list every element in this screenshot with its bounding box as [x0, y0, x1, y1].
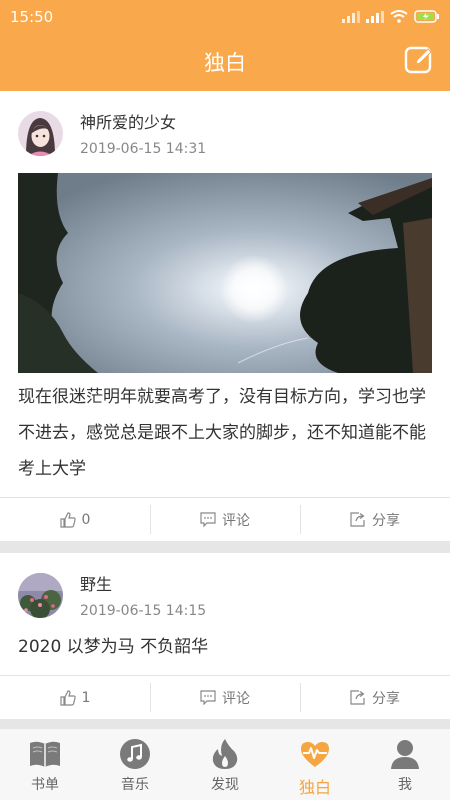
post-actions: 1 评论 分享: [0, 675, 450, 719]
edit-icon[interactable]: [404, 45, 434, 75]
tab-monologue[interactable]: 独白: [270, 729, 360, 800]
wifi-icon: [390, 10, 408, 23]
status-time: 15:50: [10, 7, 54, 26]
tab-discover[interactable]: 发现: [180, 729, 270, 800]
tab-booklist[interactable]: 书单: [0, 729, 90, 800]
tab-music[interactable]: 音乐: [90, 729, 180, 800]
comment-button[interactable]: 评论: [150, 676, 300, 719]
share-button[interactable]: 分享: [300, 498, 450, 541]
post-meta: 神所爱的少女 2019-06-15 14:31: [80, 111, 206, 161]
username[interactable]: 神所爱的少女: [80, 113, 206, 133]
heartbeat-icon: [298, 737, 332, 771]
tab-me[interactable]: 我: [360, 729, 450, 800]
post-time: 2019-06-15 14:31: [80, 141, 207, 157]
username[interactable]: 野生: [80, 575, 206, 595]
comment-icon: [200, 512, 216, 527]
post-header: 野生 2019-06-15 14:15: [0, 553, 450, 623]
comment-icon: [200, 690, 216, 705]
book-icon: [28, 737, 62, 771]
post-meta: 野生 2019-06-15 14:15: [80, 573, 206, 623]
post-card: 神所爱的少女 2019-06-15 14:31 现在很迷茫明年就要高考了，没有目…: [0, 91, 450, 541]
post-text: 现在很迷茫明年就要高考了，没有目标方向，学习也学不进去，感觉总是跟不上大家的脚步…: [18, 387, 426, 479]
tab-label: 独白: [298, 778, 331, 797]
post-photo[interactable]: [18, 173, 432, 373]
feed[interactable]: 神所爱的少女 2019-06-15 14:31 现在很迷茫明年就要高考了，没有目…: [0, 91, 450, 728]
card-divider: [0, 719, 450, 728]
share-label: 分享: [372, 690, 400, 707]
comment-label: 评论: [222, 512, 250, 529]
battery-icon: [414, 10, 439, 23]
tab-label: 书单: [31, 777, 59, 793]
post-time: 2019-06-15 14:15: [80, 603, 207, 619]
share-label: 分享: [372, 512, 400, 529]
post-card: 野生 2019-06-15 14:15 2020 以梦为马 不负韶华 1 评论 …: [0, 553, 450, 719]
comment-label: 评论: [222, 690, 250, 707]
status-icons: [342, 10, 440, 23]
like-button[interactable]: 0: [0, 498, 150, 541]
tab-label: 我: [398, 777, 412, 793]
top-bar: 15:50 独白: [0, 0, 450, 91]
avatar[interactable]: [18, 111, 63, 156]
title-bar: 独白: [0, 33, 450, 91]
thumbs-up-icon: [59, 511, 76, 528]
music-icon: [118, 737, 152, 771]
share-icon: [350, 690, 365, 705]
like-count: 1: [81, 689, 91, 706]
status-bar: 15:50: [0, 0, 450, 33]
signal-icon: [342, 10, 360, 23]
like-count: 0: [81, 511, 91, 528]
share-button[interactable]: 分享: [300, 676, 450, 719]
share-icon: [350, 512, 365, 527]
card-divider: [0, 541, 450, 553]
bottom-tab-bar: 书单 音乐 发现 独白 我: [0, 728, 450, 800]
tab-label: 音乐: [121, 777, 149, 793]
person-icon: [388, 737, 422, 771]
fire-icon: [208, 737, 242, 771]
post-actions: 0 评论 分享: [0, 497, 450, 541]
thumbs-up-icon: [59, 689, 76, 706]
comment-button[interactable]: 评论: [150, 498, 300, 541]
like-button[interactable]: 1: [0, 676, 150, 719]
post-text: 2020 以梦为马 不负韶华: [18, 637, 209, 657]
avatar[interactable]: [18, 573, 63, 618]
tab-label: 发现: [211, 777, 239, 793]
signal-icon: [366, 10, 384, 23]
post-header: 神所爱的少女 2019-06-15 14:31: [0, 91, 450, 161]
page-title: 独白: [204, 51, 246, 75]
